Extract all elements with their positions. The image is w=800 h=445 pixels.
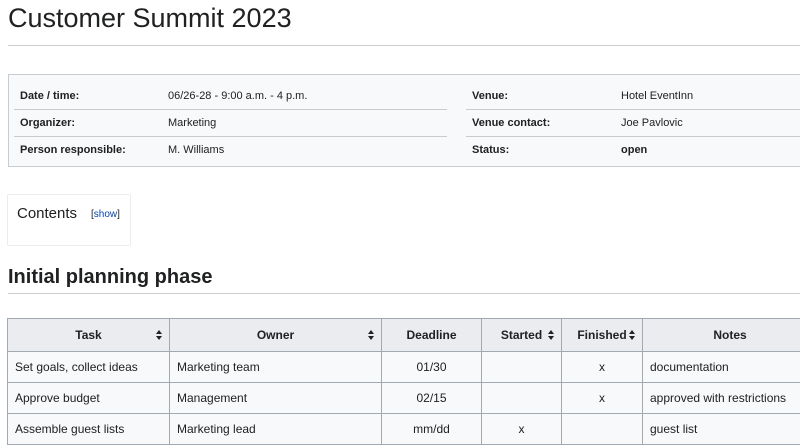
column-header-deadline[interactable]: Deadline [382,319,482,352]
sort-icon [629,330,635,340]
cell-started: x [482,414,562,445]
title-divider [8,45,800,46]
cell-task: Set goals, collect ideas [8,352,170,383]
cell-notes: approved with restrictions [643,383,800,414]
info-label: Organizer: [20,110,75,136]
info-column-right: Venue: Hotel EventInn Venue contact: Joe… [466,83,800,163]
cell-owner: Marketing lead [170,414,382,445]
column-header-label: Owner [257,328,294,342]
table-header-row: Task Owner Deadline Started Finished Not… [8,319,800,352]
info-label: Date / time: [20,83,79,109]
column-header-owner[interactable]: Owner [170,319,382,352]
cell-task: Assemble guest lists [8,414,170,445]
column-header-label: Task [75,328,101,342]
column-header-task[interactable]: Task [8,319,170,352]
page-title: Customer Summit 2023 [8,0,292,36]
info-label: Status: [472,137,509,163]
table-row: Approve budget Management 02/15 x approv… [8,383,800,414]
cell-task: Approve budget [8,383,170,414]
cell-started [482,352,562,383]
cell-deadline: mm/dd [382,414,482,445]
cell-owner: Marketing team [170,352,382,383]
sort-icon [548,330,554,340]
toc-title: Contents [17,205,77,222]
column-header-label: Notes [713,328,746,342]
toc-toggle: [show] [91,209,120,220]
info-value: Joe Pavlovic [621,110,683,136]
cell-notes: documentation [643,352,800,383]
info-row-organizer: Organizer: Marketing [14,110,447,137]
info-row-person-responsible: Person responsible: M. Williams [14,137,447,163]
info-row-status: Status: open [466,137,800,163]
info-row-venue: Venue: Hotel EventInn [466,83,800,110]
column-header-notes[interactable]: Notes [643,319,800,352]
cell-deadline: 01/30 [382,352,482,383]
info-label: Venue: [472,83,508,109]
column-header-started[interactable]: Started [482,319,562,352]
info-label: Person responsible: [20,137,126,163]
section-divider [8,293,800,294]
cell-finished: x [562,352,643,383]
toc-bracket-close: ] [117,209,120,220]
cell-started [482,383,562,414]
cell-finished: x [562,383,643,414]
info-row-venue-contact: Venue contact: Joe Pavlovic [466,110,800,137]
table-row: Assemble guest lists Marketing lead mm/d… [8,414,800,445]
info-value: M. Williams [168,137,224,163]
cell-notes: guest list [643,414,800,445]
info-row-date: Date / time: 06/26-28 - 9:00 a.m. - 4 p.… [14,83,447,110]
sort-icon [156,330,162,340]
table-of-contents: Contents [show] [7,194,131,246]
info-value: 06/26-28 - 9:00 a.m. - 4 p.m. [168,83,307,109]
toc-show-link[interactable]: show [94,209,117,220]
column-header-label: Finished [577,328,626,342]
info-column-left: Date / time: 06/26-28 - 9:00 a.m. - 4 p.… [14,83,447,163]
info-value: Marketing [168,110,216,136]
task-table: Task Owner Deadline Started Finished Not… [7,318,800,445]
info-label: Venue contact: [472,110,550,136]
table-row: Set goals, collect ideas Marketing team … [8,352,800,383]
info-value: Hotel EventInn [621,83,693,109]
event-info-box: Date / time: 06/26-28 - 9:00 a.m. - 4 p.… [8,74,800,167]
status-value: open [621,137,647,163]
sort-icon [368,330,374,340]
cell-owner: Management [170,383,382,414]
column-header-finished[interactable]: Finished [562,319,643,352]
cell-deadline: 02/15 [382,383,482,414]
section-heading: Initial planning phase [8,263,212,291]
column-header-label: Started [501,328,542,342]
cell-finished [562,414,643,445]
column-header-label: Deadline [406,328,456,342]
